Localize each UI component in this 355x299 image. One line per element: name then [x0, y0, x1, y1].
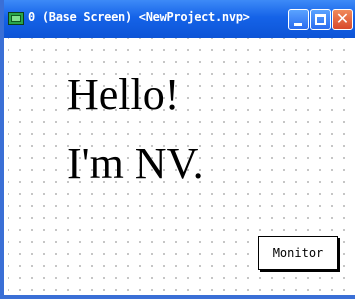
close-icon: ✕	[335, 9, 350, 28]
monitor-app-icon	[8, 12, 24, 25]
maximize-icon	[315, 14, 326, 25]
maximize-button[interactable]	[310, 9, 331, 30]
title-bar[interactable]: 0 (Base Screen) <NewProject.nvp> ✕	[4, 0, 355, 38]
hello-text-object[interactable]: Hello!	[67, 73, 179, 117]
minimize-button[interactable]	[288, 9, 309, 30]
monitor-button-label: Monitor	[272, 246, 324, 260]
im-nv-text-object[interactable]: I'm NV.	[67, 142, 204, 186]
screen-canvas[interactable]: Hello! I'm NV. Monitor	[8, 38, 355, 295]
close-button[interactable]: ✕	[332, 9, 353, 30]
base-screen-window: 0 (Base Screen) <NewProject.nvp> ✕ Hello…	[0, 0, 355, 299]
monitor-button[interactable]: Monitor	[258, 236, 338, 270]
minimize-icon	[294, 23, 302, 26]
window-title: 0 (Base Screen) <NewProject.nvp>	[28, 10, 250, 24]
